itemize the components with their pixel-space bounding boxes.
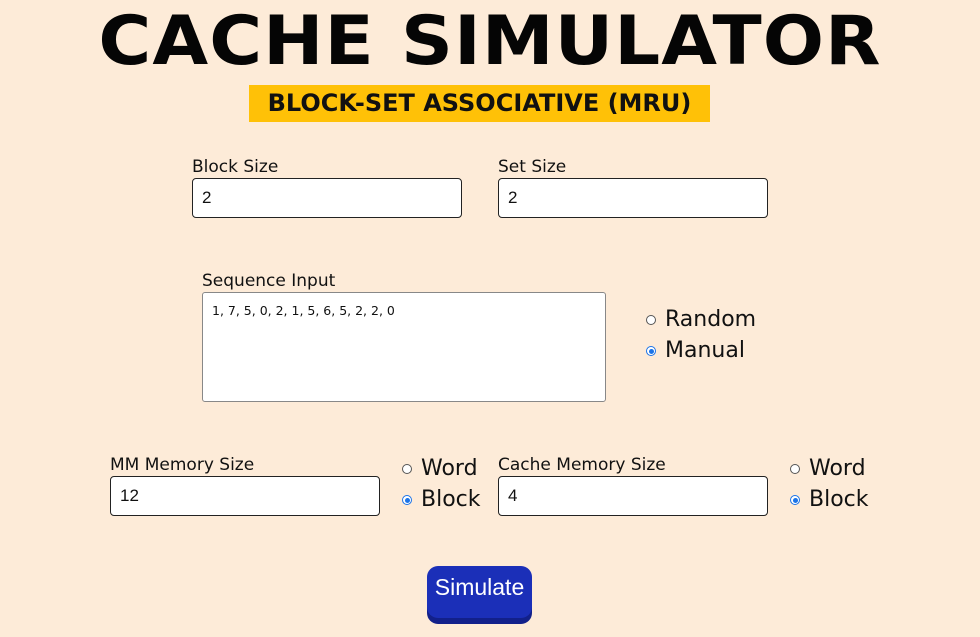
set-size-input[interactable]: 2 <box>498 178 768 218</box>
mm-memory-size-input[interactable]: 12 <box>110 476 380 516</box>
cache-memory-size-label: Cache Memory Size <box>498 455 666 475</box>
mm-block-radio[interactable] <box>402 495 412 505</box>
random-option[interactable]: Random <box>646 306 756 334</box>
mm-memory-size-label: MM Memory Size <box>110 455 255 475</box>
mm-word-label: Word <box>421 456 478 481</box>
cache-word-radio[interactable] <box>790 464 800 474</box>
cache-block-radio[interactable] <box>790 495 800 505</box>
manual-label: Manual <box>665 338 745 363</box>
block-size-label: Block Size <box>192 157 279 177</box>
cache-word-label: Word <box>809 456 866 481</box>
mm-block-label: Block <box>421 487 481 512</box>
cache-block-label: Block <box>809 487 869 512</box>
cache-memory-size-input[interactable]: 4 <box>498 476 768 516</box>
mm-word-option[interactable]: Word <box>402 455 478 483</box>
cache-word-option[interactable]: Word <box>790 455 866 483</box>
simulate-button[interactable]: Simulate <box>427 566 532 618</box>
mm-word-radio[interactable] <box>402 464 412 474</box>
set-size-label: Set Size <box>498 157 567 177</box>
sequence-textarea[interactable]: 1, 7, 5, 0, 2, 1, 5, 6, 5, 2, 2, 0 <box>202 292 606 402</box>
random-label: Random <box>665 307 757 332</box>
random-radio[interactable] <box>646 315 656 325</box>
page-subtitle: BLOCK-SET ASSOCIATIVE (MRU) <box>249 85 710 122</box>
cache-block-option[interactable]: Block <box>790 486 869 514</box>
manual-option[interactable]: Manual <box>646 337 745 365</box>
page-title: CACHE SIMULATOR <box>98 2 882 81</box>
block-size-input[interactable]: 2 <box>192 178 462 218</box>
sequence-input-label: Sequence Input <box>202 271 336 291</box>
mm-block-option[interactable]: Block <box>402 486 481 514</box>
manual-radio[interactable] <box>646 346 656 356</box>
